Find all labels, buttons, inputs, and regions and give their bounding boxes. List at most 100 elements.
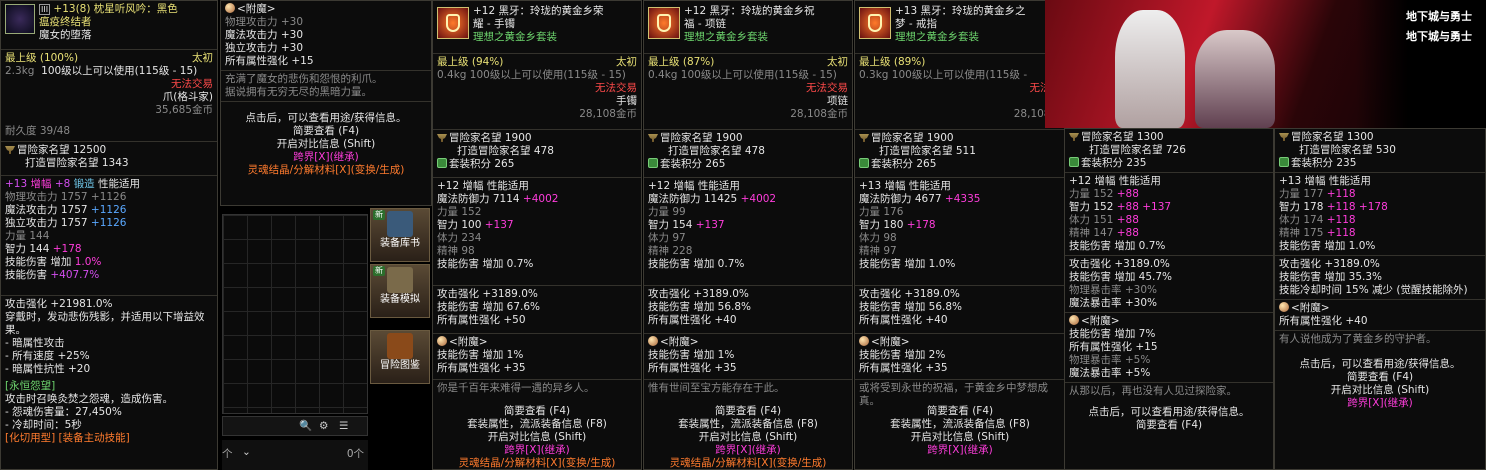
skill-tag: [化切用型] [装备主动技能] (5, 432, 130, 444)
hint-cross: 跨界[X](继承) (293, 151, 359, 163)
inventory-grid[interactable] (222, 214, 368, 414)
stat-mdef: 魔法防御力 7114 (437, 193, 520, 205)
set-icon (437, 158, 447, 168)
durability: 耐久度 39/48 (5, 125, 71, 137)
eff-desc: 穿戴时，发动悲伤残影，并适用以下增益效果。 (5, 311, 205, 336)
item-type: 项链 (827, 95, 848, 107)
chevron-down-icon[interactable]: ⌄ (242, 446, 251, 459)
eff-line2: - 所有速度 +25% (5, 350, 90, 362)
stat-vit: 体力 97 (648, 232, 686, 244)
enchant-all: 所有属性强化 +15 (225, 55, 314, 67)
equip-sim-label: 装备模拟 (380, 294, 420, 305)
set-icon (648, 158, 658, 168)
set-name: 理想之黄金乡套装 (895, 31, 979, 43)
equip-sim-button[interactable]: 新 装备模拟 (370, 264, 430, 318)
weapon-icon (5, 4, 35, 34)
item-title-2: 福 - 项链 (684, 18, 726, 30)
no-trade: 无法交易 (595, 82, 637, 94)
wrench-icon (387, 267, 413, 293)
new-badge-2: 新 (373, 266, 385, 276)
grade-pct: (100%) (39, 52, 79, 64)
set-points: 套装积分 265 (660, 158, 726, 170)
weapon-tooltip: III +13(8) 枕星听风吟：黑色 瘟疫终结者 魔女的堕落 最上级 (100… (0, 0, 218, 470)
amp-line: +12 增幅 性能适用 (648, 180, 740, 192)
weapon-subtitle: 魔女的堕落 (39, 29, 92, 41)
stat-int: 智力 100 (437, 219, 482, 231)
adventure-book-button[interactable]: 冒险图鉴 (370, 330, 430, 384)
reputation: 冒险家名望 1900 (449, 132, 532, 144)
amp-label: 增幅 (30, 178, 52, 190)
level-req: 100级以上可以使用(115级 - (891, 69, 1028, 81)
stat-phys-atk: 物理攻击力 1757 +1126 (5, 191, 127, 203)
forge-reputation: 打造冒险家名望 511 (879, 145, 976, 157)
enchant-orb-icon (1069, 315, 1079, 325)
enchant-phys: 物理攻击力 +30 (225, 16, 303, 28)
price: 28,108金币 (790, 108, 848, 120)
list-icon[interactable]: ☰ (339, 420, 348, 433)
accessory-tooltip-1: +12 黑牙：玲珑的黄金乡荣耀 - 手镯 理想之黄金乡套装 最上级 (94%) 太初 0… (432, 0, 642, 470)
gear-icon[interactable]: ⚙ (319, 420, 328, 433)
enchant-orb-icon (648, 336, 658, 346)
stat-vit: 体力 151 (1069, 214, 1114, 226)
search-icon[interactable]: 🔍 (299, 420, 312, 433)
weight: 0.4kg (648, 69, 678, 81)
enchant-orb-icon (859, 336, 869, 346)
enchant-orb-icon (1279, 302, 1289, 312)
tier-badge: III (39, 4, 51, 15)
hint-usage: 点击后，可以查看用途/获得信息。 (245, 112, 407, 124)
grade: 最上级 (859, 56, 891, 68)
stat-str: 力量 144 (5, 230, 50, 242)
skill-cd: - 冷却时间：5秒 (5, 419, 82, 431)
count-label-2: 0个 (346, 448, 364, 460)
stat-int: 智力 152 (1069, 201, 1114, 213)
amp-line: +12 增幅 性能适用 (1069, 175, 1161, 187)
tier: 太初 (616, 56, 637, 68)
stat-str: 力量 152 (437, 206, 482, 218)
hint-soul: 灵魂结晶/分解材料[X](变换/生成) (247, 164, 405, 176)
grade: 最上级 (437, 56, 469, 68)
equip-library-button[interactable]: 新 装备库书 (370, 208, 430, 262)
stat-skill: 技能伤害 增加 1.0% (859, 258, 956, 270)
wardrobe-icon (387, 211, 413, 237)
weight: 0.4kg (437, 69, 467, 81)
set-name: 理想之黄金乡套装 (684, 31, 768, 43)
skill-dmg: - 怨魂伤害量：27,450% (5, 406, 122, 418)
stat-skill: 技能伤害 增加 0.7% (437, 258, 534, 270)
stat-mag-atk-bonus: +1126 (90, 204, 127, 216)
enchant-header: <附魔> (237, 3, 276, 15)
price: 35,685金币 (155, 104, 213, 116)
item-title: +12 黑牙：玲珑的黄金乡荣 (473, 5, 604, 17)
set-icon (1279, 157, 1289, 167)
lore: 惟有世间至宝方能存在于此。 (648, 382, 785, 394)
equip-library-label: 装备库 (380, 238, 410, 249)
stat-int: 智力 180 (859, 219, 904, 231)
stat-skill-dmg: 技能伤害 增加 (5, 256, 72, 268)
new-badge: 新 (373, 210, 385, 220)
reputation: 冒险家名望 12500 (17, 144, 107, 156)
stat-str: 力量 152 (1069, 188, 1114, 200)
item-title: +12 黑牙：玲珑的黄金乡祝 (684, 5, 815, 17)
hint-compare: 开启对比信息 (Shift) (276, 138, 376, 150)
forge-reputation: 打造冒险家名望 726 (1089, 144, 1186, 156)
enchant-orb-icon (437, 336, 447, 346)
lore-2: 据说拥有无穷无尽的黑暗力量。 (225, 86, 372, 98)
stat-int: 智力 154 (648, 219, 693, 231)
weapon-title-line2: 瘟疫终结者 (39, 16, 92, 28)
grade-pct: (87%) (682, 56, 715, 68)
accessory-tooltip-4: 冒险家名望 1300 打造冒险家名望 726 套装积分 235 +12 增幅 性… (1064, 128, 1274, 470)
amp-level: +13 (5, 178, 28, 190)
item-icon (859, 7, 891, 39)
accessory-tooltip-5: 冒险家名望 1300 打造冒险家名望 530 套装积分 235 +13 增幅 性… (1274, 128, 1486, 470)
trophy-icon (1069, 133, 1079, 141)
item-title: +13 黑牙：玲珑的黄金乡之 (895, 5, 1026, 17)
stat-spi: 精神 97 (859, 245, 897, 257)
stat-spi: 精神 228 (648, 245, 693, 257)
accessory-tooltip-3: +13 黑牙：玲珑的黄金乡之梦 - 戒指理想之黄金乡套装最上级 (89%)太0.… (854, 0, 1066, 470)
item-type: 爪(格斗家) (162, 91, 213, 103)
eff-line3: - 暗属性抗性 +20 (5, 363, 91, 375)
no-trade: 无法交易 (171, 78, 213, 90)
item-title-2: 耀 - 手镯 (473, 18, 515, 30)
forge-label: 锻造 (73, 178, 95, 190)
lore-1: 充满了魔女的悲伤和怨恨的利爪。 (225, 73, 383, 85)
lore: 从那以后，再也没有人见过探险家。 (1069, 385, 1237, 397)
